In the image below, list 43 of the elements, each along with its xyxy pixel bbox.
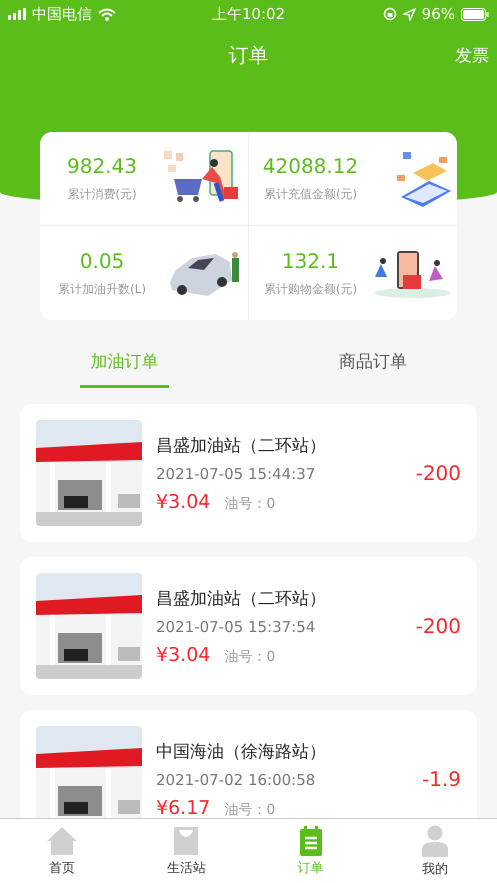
unit-price: ¥6.17 (156, 796, 210, 818)
location-arrow-icon (402, 8, 416, 20)
station-name: 昌盛加油站（二环站） (156, 588, 327, 610)
unit-price: ¥3.04 (156, 490, 210, 512)
stat-label: 累计加油升数(L) (58, 280, 146, 298)
carrier-name: 中国电信 (32, 4, 92, 24)
home-icon (46, 826, 78, 856)
stat-value: 42088.12 (262, 154, 358, 178)
wifi-icon (98, 8, 116, 20)
order-time: 2021-07-02 16:00:58 (156, 770, 316, 788)
stat-label: 累计充值金额(元) (264, 186, 358, 203)
signal-icon (8, 8, 26, 20)
order-time: 2021-07-05 15:44:37 (156, 464, 316, 482)
station-name: 中国海油（徐海路站） (156, 740, 327, 762)
tab-bar-item[interactable]: 生活站 (124, 819, 248, 883)
order-amount: -200 (416, 461, 461, 485)
user-icon (422, 824, 448, 856)
clipboard-icon (300, 826, 322, 856)
fuel-grade: 油号：0 (224, 800, 276, 818)
order-tab[interactable]: 商品订单 (328, 338, 417, 388)
battery-icon (461, 8, 490, 20)
page-title: 订单 (228, 42, 268, 68)
status-time: 上午10:02 (212, 4, 286, 24)
order-card[interactable]: 昌盛加油站（二环站） 2021-07-05 15:37:54 ¥3.04 油号：0 -200 (20, 557, 477, 695)
order-card[interactable]: 昌盛加油站（二环站） 2021-07-05 15:44:37 ¥3.04 油号：0 -200 (20, 404, 477, 542)
order-amount: -200 (416, 614, 461, 638)
tab-bar-item[interactable]: 首页 (0, 819, 124, 883)
order-time: 2021-07-05 15:37:54 (156, 618, 316, 636)
rotation-lock-icon (382, 7, 397, 21)
station-name: 昌盛加油站（二环站） (156, 434, 327, 456)
fuel-grade: 油号：0 (224, 494, 276, 512)
stat-value: 0.05 (80, 248, 124, 272)
stat-value: 132.1 (282, 248, 340, 272)
battery-percent: 96% (422, 5, 456, 23)
stat-label: 累计购物金额(元) (264, 280, 358, 298)
stat-value: 982.43 (67, 154, 137, 178)
stat-label: 累计消费(元) (67, 186, 137, 203)
bag-icon (173, 826, 200, 856)
fuel-grade: 油号：0 (224, 648, 276, 666)
order-card[interactable]: 中国海油（徐海路站） 2021-07-02 16:00:58 ¥6.17 油号：0 -1.9 (20, 710, 477, 818)
order-amount: -1.9 (422, 767, 461, 791)
tab-bar-item[interactable]: 我的 (372, 819, 497, 883)
unit-price: ¥3.04 (156, 644, 210, 666)
